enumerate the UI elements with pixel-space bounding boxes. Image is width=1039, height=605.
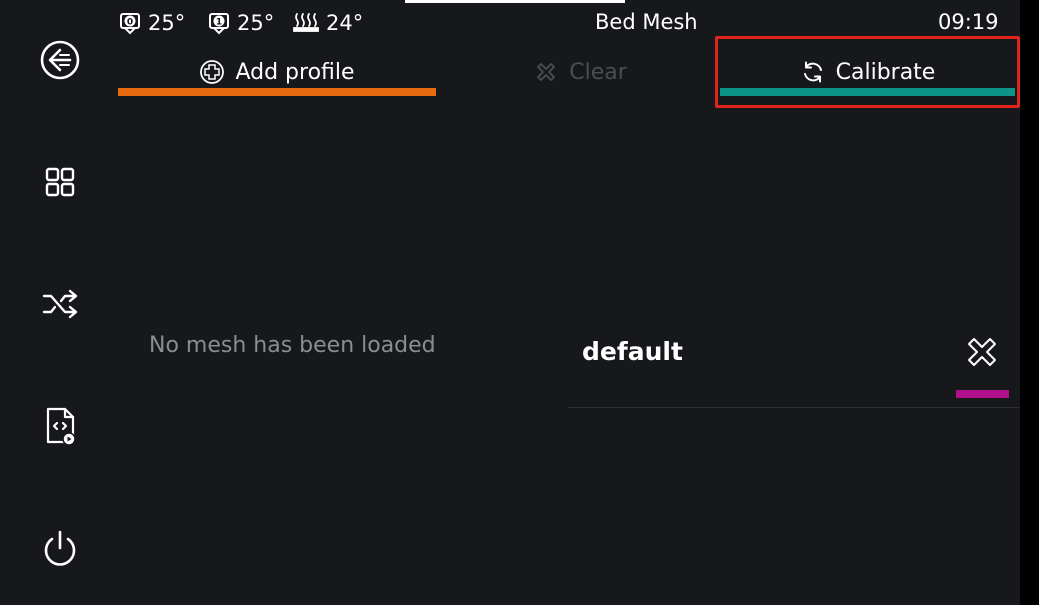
heated-bed-icon — [293, 13, 319, 32]
temp-extruder-1[interactable]: 1 25° — [207, 8, 274, 38]
shuffle-button[interactable] — [30, 274, 90, 334]
add-profile-accent — [118, 88, 436, 96]
add-profile-button[interactable]: Add profile — [118, 52, 436, 92]
macro-button[interactable] — [30, 396, 90, 456]
profile-name-default[interactable]: default — [582, 337, 683, 366]
delete-accent — [956, 390, 1009, 398]
extruder-1-icon: 1 — [209, 13, 229, 35]
svg-text:0: 0 — [127, 18, 133, 28]
temp-extruder-0-value: 25° — [148, 11, 186, 35]
profile-divider — [568, 407, 1020, 408]
page-title: Bed Mesh — [595, 10, 698, 34]
home-button[interactable] — [30, 152, 90, 212]
back-arrow-icon — [40, 40, 80, 80]
temp-extruder-1-value: 25° — [237, 11, 275, 35]
temp-extruder-0[interactable]: 0 25° — [118, 8, 185, 38]
power-icon — [44, 530, 76, 566]
temp-bed-value: 24° — [326, 11, 364, 35]
add-circle-icon — [200, 60, 225, 84]
clear-button[interactable]: Clear — [525, 52, 635, 92]
no-mesh-message: No mesh has been loaded — [149, 333, 436, 358]
back-button[interactable] — [30, 30, 90, 90]
file-script-icon — [46, 407, 76, 446]
calibrate-highlight-box — [715, 36, 1020, 108]
svg-text:1: 1 — [216, 18, 222, 28]
delete-profile-button[interactable] — [960, 330, 1004, 374]
grid-icon — [45, 167, 75, 197]
extruder-0-icon: 0 — [120, 13, 140, 35]
clear-label: Clear — [569, 59, 627, 85]
delete-icon — [968, 338, 996, 366]
power-button[interactable] — [30, 518, 90, 578]
clear-icon — [537, 63, 556, 81]
clock: 09:19 — [938, 10, 999, 34]
temp-bed[interactable]: 24° — [292, 8, 363, 38]
screen: 0 25° 1 25° 24° Bed Mesh 09:19 Add profi… — [0, 0, 1020, 605]
add-profile-label: Add profile — [235, 59, 355, 85]
top-line — [405, 0, 625, 3]
shuffle-icon — [42, 289, 78, 319]
